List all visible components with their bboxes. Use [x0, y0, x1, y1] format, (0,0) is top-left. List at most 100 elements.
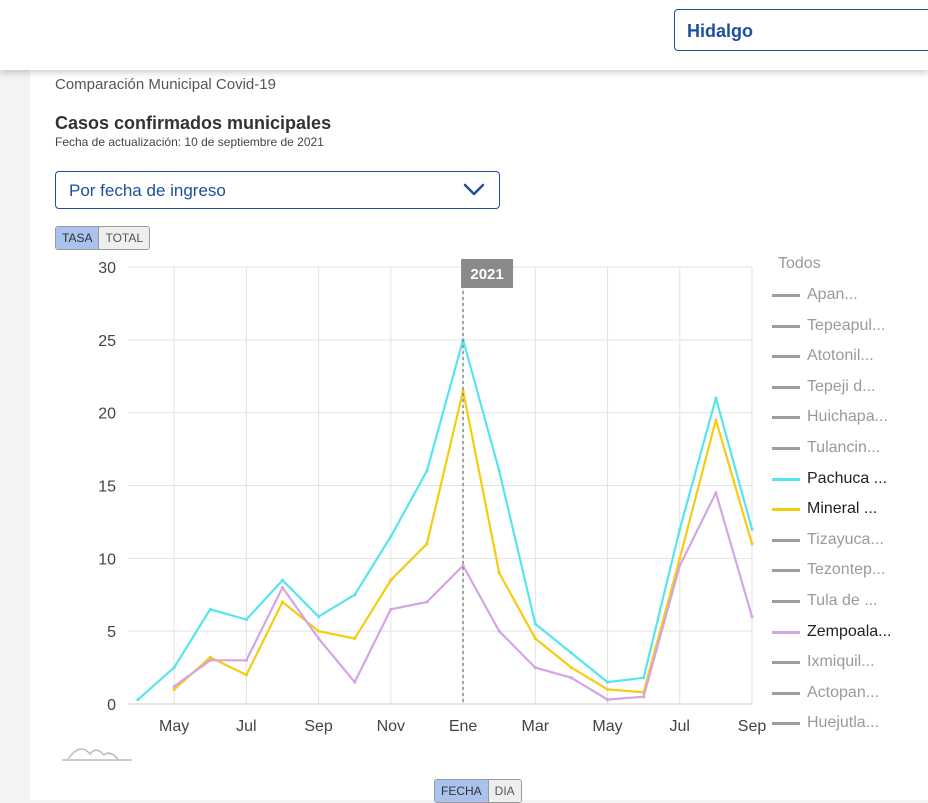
- data-point: [244, 617, 248, 622]
- x-tick-label: Sep: [738, 718, 767, 735]
- legend-all[interactable]: Todos: [778, 255, 821, 273]
- legend-label: Mineral ...: [807, 500, 878, 518]
- legend-item[interactable]: Ixmiquil...: [772, 650, 922, 674]
- data-point: [244, 673, 248, 677]
- data-point: [136, 698, 140, 702]
- y-tick-label: 20: [98, 406, 116, 423]
- x-tick-label: Jul: [670, 718, 690, 735]
- data-point: [750, 615, 754, 619]
- data-point: [678, 527, 682, 531]
- axis-toggle-fecha[interactable]: FECHA: [435, 780, 488, 802]
- legend-swatch: [772, 447, 800, 450]
- data-point: [714, 491, 718, 495]
- x-tick-label: Sep: [304, 718, 333, 735]
- data-point: [642, 676, 646, 680]
- data-point: [605, 698, 610, 702]
- legend-label: Tezontep...: [807, 561, 886, 579]
- legend-item[interactable]: Huejutla...: [772, 711, 922, 735]
- legend-item[interactable]: Tizayuca...: [772, 528, 922, 552]
- legend-item[interactable]: Mineral ...: [772, 497, 922, 521]
- legend-label: Tepeji d...: [807, 377, 876, 395]
- data-point: [750, 542, 754, 546]
- data-point: [389, 607, 393, 611]
- legend-label: Tepeapul...: [807, 316, 886, 334]
- axis-toggle: FECHA DIA: [434, 779, 522, 803]
- legend-swatch: [772, 630, 800, 634]
- legend-swatch: [772, 355, 800, 359]
- data-point: [172, 684, 176, 689]
- legend-label: Huejutla...: [807, 714, 880, 732]
- legend-item[interactable]: Tepeapul...: [772, 314, 922, 338]
- y-tick-label: 25: [98, 333, 116, 350]
- data-point: [605, 680, 610, 684]
- legend-item[interactable]: Actopan...: [772, 681, 922, 705]
- y-tick-label: 5: [107, 624, 116, 641]
- data-point: [280, 585, 285, 590]
- legend-item[interactable]: Tezontep...: [772, 558, 922, 582]
- data-point: [497, 629, 501, 633]
- legend-item[interactable]: Apan...: [772, 283, 922, 307]
- y-tick-label: 0: [107, 697, 116, 714]
- axis-toggle-dia[interactable]: DIA: [487, 780, 521, 802]
- legend-item[interactable]: Zempoala...: [772, 620, 922, 644]
- data-point: [605, 687, 610, 692]
- legend-item[interactable]: Atotonil...: [772, 344, 922, 368]
- legend-swatch: [772, 385, 800, 389]
- year-marker-label: 2021: [470, 266, 503, 283]
- legend-label: Zempoala...: [807, 622, 892, 640]
- legend-item[interactable]: Tulancin...: [772, 436, 922, 460]
- data-point: [678, 556, 682, 560]
- top-bar: Hidalgo: [0, 0, 928, 70]
- legend-swatch: [772, 661, 800, 665]
- legend-swatch: [772, 569, 800, 573]
- legend-label: Apan...: [807, 286, 858, 303]
- data-point: [353, 593, 357, 597]
- legend-swatch: [772, 324, 800, 328]
- legend-item[interactable]: Huichapa...: [772, 405, 922, 429]
- series-line: [137, 338, 754, 701]
- data-point: [678, 564, 682, 568]
- legend-swatch: [772, 538, 800, 542]
- legend-swatch: [772, 600, 800, 603]
- legend-item[interactable]: Tula de ...: [772, 589, 922, 613]
- data-point: [172, 665, 176, 670]
- x-tick-label: Nov: [377, 718, 405, 735]
- data-point: [497, 571, 501, 575]
- data-point: [389, 534, 393, 539]
- legend-label: Ixmiquil...: [807, 653, 875, 671]
- data-point: [353, 680, 357, 684]
- legend-label: Tulancin...: [807, 439, 881, 456]
- data-point: [208, 607, 212, 611]
- data-point: [280, 600, 285, 604]
- data-point: [533, 665, 537, 670]
- data-point: [316, 615, 321, 619]
- x-tick-label: Jul: [236, 718, 256, 735]
- legend-swatch: [772, 294, 800, 297]
- data-point: [569, 651, 574, 655]
- legend-item[interactable]: Pachuca ...: [772, 467, 922, 491]
- data-point: [425, 600, 429, 604]
- state-select[interactable]: Hidalgo: [674, 9, 928, 51]
- data-point: [714, 396, 718, 400]
- legend-swatch: [772, 722, 800, 726]
- x-tick-label: Mar: [522, 718, 550, 735]
- legend-swatch: [772, 508, 800, 512]
- data-point: [208, 655, 212, 659]
- mountain-icon[interactable]: [62, 740, 132, 769]
- x-tick-label: Ene: [449, 718, 478, 735]
- data-point: [642, 695, 646, 699]
- legend-label: Tizayuca...: [807, 530, 884, 548]
- legend-label: Pachuca ...: [807, 469, 888, 487]
- legend-item[interactable]: Tepeji d...: [772, 375, 922, 399]
- y-tick-label: 30: [98, 260, 116, 277]
- data-point: [280, 578, 285, 582]
- y-tick-label: 10: [98, 551, 116, 568]
- data-point: [714, 418, 718, 422]
- x-tick-label: May: [592, 718, 622, 735]
- data-point: [497, 469, 501, 473]
- data-point: [316, 629, 321, 633]
- y-tick-label: 15: [98, 479, 116, 496]
- data-point: [461, 564, 465, 568]
- legend-label: Tula de ...: [807, 592, 878, 609]
- legend-swatch: [772, 691, 800, 695]
